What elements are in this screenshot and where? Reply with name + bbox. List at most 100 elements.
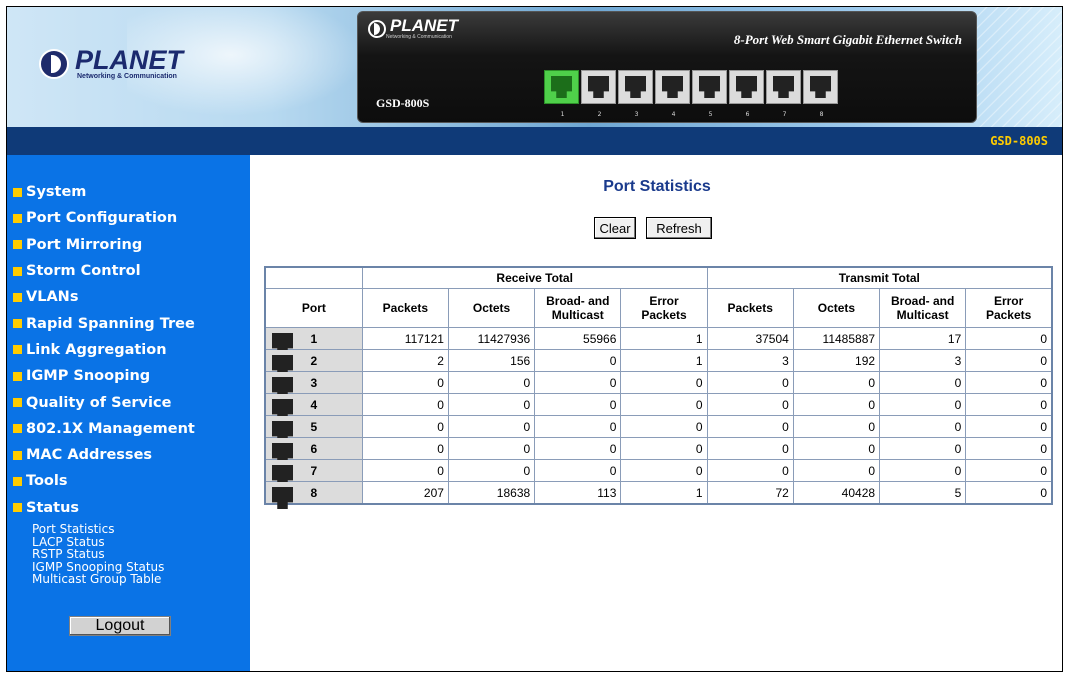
sidebar-item-storm-control[interactable]: Storm Control (13, 258, 195, 284)
sidebar-item-label: 802.1X Management (26, 420, 195, 437)
transmit-total-header: Transmit Total (706, 266, 1053, 289)
cell-tx-packets: 0 (706, 437, 794, 460)
cell-rx-err: 1 (620, 327, 708, 350)
bullet-icon (13, 240, 22, 250)
sidebar-item-label: System (26, 184, 87, 201)
cell-rx-err: 0 (620, 393, 708, 416)
cell-rx-octets: 156 (447, 349, 536, 372)
col-rx-broadcast: Broad- and Multicast (534, 288, 622, 328)
submenu-link-port-statistics[interactable]: Port Statistics (32, 523, 164, 536)
sidebar-item-quality-of-service[interactable]: Quality of Service (13, 389, 195, 415)
col-rx-octets: Octets (447, 288, 536, 328)
sidebar-item-vlans[interactable]: VLANs (13, 284, 195, 310)
cell-tx-bcast: 5 (879, 481, 967, 505)
bullet-icon (13, 266, 22, 276)
clear-button[interactable]: Clear (594, 217, 636, 239)
port-number-label: 4 (671, 111, 676, 118)
table-row: 400000000 (264, 393, 1053, 416)
submenu-link-rstp-status[interactable]: RSTP Status (32, 548, 164, 561)
switch-device-image: PLANET Networking & Communication 8-Port… (357, 11, 977, 123)
device-model: GSD-800S (376, 96, 430, 110)
logout-button[interactable]: Logout (69, 616, 171, 636)
table-row: 300000000 (264, 371, 1053, 394)
bullet-icon (13, 371, 22, 381)
sidebar-item-port-configuration[interactable]: Port Configuration (13, 205, 195, 231)
cell-rx-err: 0 (620, 371, 708, 394)
cell-tx-packets: 37504 (706, 327, 794, 350)
col-rx-broadcast-line2: Multicast (551, 308, 604, 322)
bullet-icon (13, 503, 22, 513)
device-logo-icon (368, 20, 386, 38)
cell-rx-packets: 0 (361, 437, 449, 460)
port-number-label: 8 (819, 111, 824, 118)
cell-tx-bcast: 0 (879, 393, 967, 416)
cell-rx-octets: 0 (447, 393, 536, 416)
table-column-header-row: Port Packets Octets Broad- and Multicast … (264, 288, 1053, 328)
device-brand: PLANET (390, 16, 458, 35)
banner-pattern (977, 7, 1062, 127)
cell-tx-packets: 3 (706, 349, 794, 372)
action-buttons: Clear Refresh (594, 217, 722, 239)
status-submenu: Port Statistics LACP Status RSTP Status IGM… (32, 523, 164, 586)
sidebar-item-label: MAC Addresses (26, 447, 153, 464)
refresh-button[interactable]: Refresh (646, 217, 712, 239)
page-title: Port Statistics (603, 178, 711, 195)
cell-rx-packets: 0 (361, 459, 449, 482)
table-body: 1 117121 11427936 55966 1 37504 11485887 17 0 2 2 1… (264, 327, 1053, 505)
port-number-label: 6 (745, 111, 750, 118)
cell-tx-octets: 40428 (792, 481, 881, 505)
cell-tx-bcast: 3 (879, 349, 967, 372)
sidebar-item-igmp-snooping[interactable]: IGMP Snooping (13, 363, 195, 389)
port-number-label: 2 (597, 111, 602, 118)
col-rx-packets: Packets (361, 288, 449, 328)
col-tx-broadcast: Broad- and Multicast (879, 288, 967, 328)
sidebar-item-port-mirroring[interactable]: Port Mirroring (13, 232, 195, 258)
top-bar: GSD-800S (7, 127, 1062, 155)
cell-port: 7 (264, 459, 363, 482)
sidebar-item-label: Link Aggregation (26, 341, 167, 358)
sidebar-item-label: IGMP Snooping (26, 368, 151, 385)
submenu-link-multicast-group-table[interactable]: Multicast Group Table (32, 573, 164, 586)
cell-tx-err: 0 (965, 371, 1053, 394)
cell-rx-octets: 0 (447, 415, 536, 438)
cell-rx-bcast: 0 (534, 459, 622, 482)
cell-tx-bcast: 0 (879, 459, 967, 482)
port-statistics-table: Receive Total Transmit Total Port Packet… (264, 266, 1053, 505)
sidebar-item-tools[interactable]: Tools (13, 468, 195, 494)
cell-rx-err: 0 (620, 437, 708, 460)
cell-rx-bcast: 0 (534, 415, 622, 438)
sidebar-item-status[interactable]: Status (13, 495, 195, 521)
cell-port: 2 (264, 349, 363, 372)
cell-rx-err: 0 (620, 415, 708, 438)
cell-tx-packets: 72 (706, 481, 794, 505)
cell-tx-packets: 0 (706, 393, 794, 416)
bullet-icon (13, 450, 22, 460)
sidebar-item-rapid-spanning-tree[interactable]: Rapid Spanning Tree (13, 310, 195, 336)
bullet-icon (13, 292, 22, 302)
col-rx-errors-line2: Packets (641, 308, 687, 322)
cell-rx-packets: 207 (361, 481, 449, 505)
sidebar-item-802-1x-management[interactable]: 802.1X Management (13, 416, 195, 442)
port-number-label: 1 (560, 111, 565, 118)
cell-rx-err: 1 (620, 349, 708, 372)
brand-subtitle: Networking & Communication (77, 73, 177, 80)
cell-tx-err: 0 (965, 327, 1053, 350)
cell-tx-octets: 0 (792, 459, 881, 482)
cell-rx-err: 0 (620, 459, 708, 482)
cell-port: 3 (264, 371, 363, 394)
cell-rx-octets: 11427936 (447, 327, 536, 350)
cell-tx-packets: 0 (706, 415, 794, 438)
model-tag: GSD-800S (990, 134, 1048, 148)
col-rx-broadcast-line1: Broad- and (546, 294, 610, 308)
sidebar-item-link-aggregation[interactable]: Link Aggregation (13, 337, 195, 363)
col-tx-errors-line1: Error (993, 294, 1024, 308)
device-brand-subtitle: Networking & Communication (386, 34, 452, 40)
ethernet-port-icon (803, 70, 838, 104)
cell-tx-packets: 0 (706, 459, 794, 482)
cell-tx-octets: 0 (792, 437, 881, 460)
ethernet-port-icon (581, 70, 616, 104)
sidebar-item-system[interactable]: System (13, 179, 195, 205)
cell-rx-octets: 18638 (447, 481, 536, 505)
cell-port: 1 (264, 327, 363, 350)
sidebar-item-mac-addresses[interactable]: MAC Addresses (13, 442, 195, 468)
